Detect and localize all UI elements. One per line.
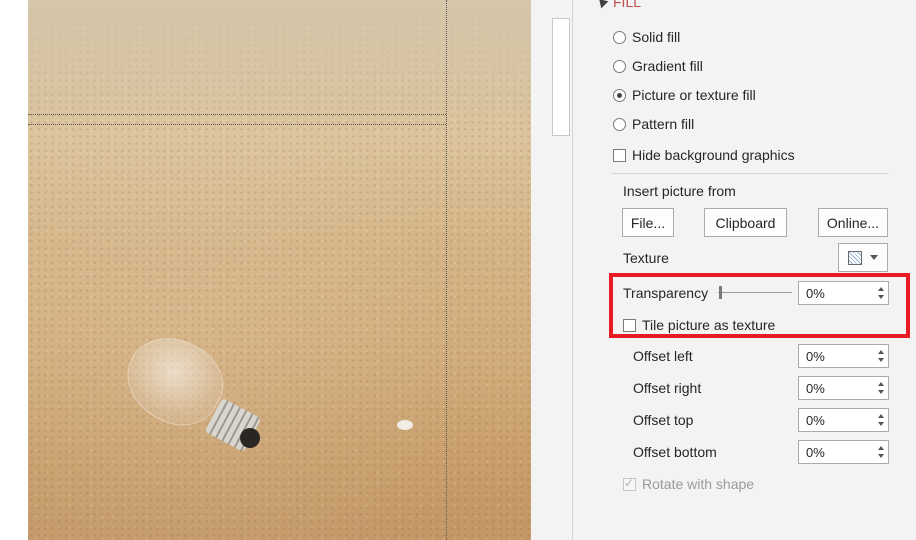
rotate-with-shape-checkbox (623, 476, 636, 491)
offset-left-label: Offset left (633, 348, 693, 364)
slide-canvas[interactable] (28, 0, 531, 540)
spin-down-icon[interactable] (878, 358, 884, 362)
online-button[interactable]: Online... (818, 208, 888, 237)
picture-fill-option[interactable]: Picture or texture fill (613, 85, 756, 105)
spin-up-icon[interactable] (878, 350, 884, 354)
texture-dropdown[interactable] (838, 243, 888, 272)
pebble (397, 420, 413, 430)
format-background-pane: FILL Solid fill Gradient fill Picture or… (573, 0, 916, 540)
solid-fill-radio[interactable] (613, 30, 626, 44)
offset-bottom-value: 0% (806, 445, 825, 460)
offset-top-label: Offset top (633, 412, 694, 428)
spin-up-icon[interactable] (878, 446, 884, 450)
offset-right-spinbox[interactable]: 0% (798, 376, 889, 400)
offset-top-value: 0% (806, 413, 825, 428)
spin-up-icon[interactable] (878, 414, 884, 418)
rotate-with-shape-option: Rotate with shape (623, 474, 754, 494)
pattern-fill-option[interactable]: Pattern fill (613, 114, 694, 134)
placeholder-guide-right (446, 0, 447, 540)
offset-right-label: Offset right (633, 380, 702, 396)
fill-section-header[interactable]: FILL (595, 0, 642, 10)
offset-bottom-label: Offset bottom (633, 444, 717, 460)
file-button[interactable]: File... (622, 208, 674, 237)
offset-top-spinbox[interactable]: 0% (798, 408, 889, 432)
solid-fill-option[interactable]: Solid fill (613, 27, 680, 47)
spin-down-icon[interactable] (878, 390, 884, 394)
pattern-fill-radio[interactable] (613, 117, 626, 131)
insert-picture-label: Insert picture from (623, 183, 736, 199)
gradient-fill-label: Gradient fill (632, 58, 703, 74)
section-divider (611, 173, 889, 174)
canvas-margin (0, 0, 28, 540)
hide-background-option[interactable]: Hide background graphics (613, 145, 795, 165)
spin-down-icon[interactable] (878, 422, 884, 426)
placeholder-guide-bottom (28, 124, 446, 125)
texture-label: Texture (623, 250, 669, 266)
picture-fill-label: Picture or texture fill (632, 87, 756, 103)
picture-fill-radio[interactable] (613, 88, 626, 102)
offset-right-value: 0% (806, 381, 825, 396)
clipboard-button[interactable]: Clipboard (704, 208, 787, 237)
gradient-fill-radio[interactable] (613, 59, 626, 73)
gradient-fill-option[interactable]: Gradient fill (613, 56, 703, 76)
offset-left-spinbox[interactable]: 0% (798, 344, 889, 368)
offset-left-value: 0% (806, 349, 825, 364)
dropdown-caret-icon (870, 255, 878, 260)
spin-up-icon[interactable] (878, 382, 884, 386)
hide-background-checkbox[interactable] (613, 148, 626, 162)
spin-down-icon[interactable] (878, 454, 884, 458)
annotation-highlight-box (609, 273, 910, 338)
pattern-fill-label: Pattern fill (632, 116, 695, 132)
sand-fade (28, 0, 531, 130)
rotate-with-shape-label: Rotate with shape (642, 476, 755, 492)
lightbulb-tip (240, 428, 260, 448)
section-title: FILL (613, 0, 642, 10)
placeholder-guide-top (28, 114, 446, 115)
scrollbar-thumb[interactable] (552, 18, 570, 136)
solid-fill-label: Solid fill (632, 29, 681, 45)
offset-bottom-spinbox[interactable]: 0% (798, 440, 889, 464)
collapse-triangle-icon[interactable] (595, 0, 609, 9)
hide-background-label: Hide background graphics (632, 147, 795, 163)
texture-swatch-icon (848, 250, 862, 265)
